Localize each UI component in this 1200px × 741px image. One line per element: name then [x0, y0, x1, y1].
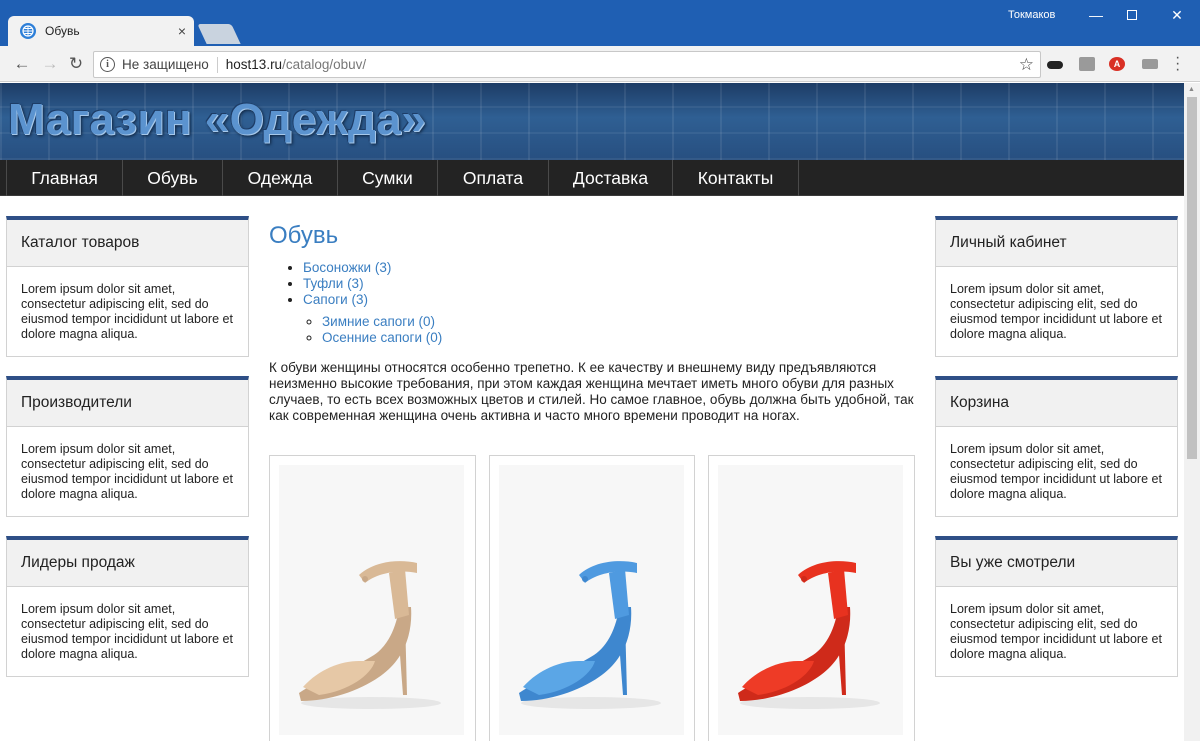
browser-tab-active[interactable]: Обувь × [8, 16, 194, 46]
minimize-icon[interactable]: — [1079, 4, 1113, 26]
back-arrow-icon[interactable]: ← [12, 54, 32, 74]
close-window-icon[interactable]: ✕ [1160, 4, 1194, 26]
block-title: Личный кабинет [936, 220, 1177, 267]
category-link-sandals[interactable]: Босоножки (3) [303, 260, 391, 275]
bestsellers-block: Лидеры продаж Lorem ipsum dolor sit amet… [6, 536, 249, 677]
block-title: Производители [7, 380, 248, 427]
sandal-illustration [518, 561, 661, 709]
catalog-block: Каталог товаров Lorem ipsum dolor sit am… [6, 216, 249, 357]
block-text: Lorem ipsum dolor sit amet, consectetur … [950, 442, 1162, 501]
product-image-sandal[interactable] [718, 465, 904, 735]
nav-item-clothes[interactable]: Одежда [223, 160, 338, 196]
category-list: Босоножки (3) Туфли (3) Сапоги (3) Зимни… [269, 260, 915, 346]
category-description: К обуви женщины относятся особенно трепе… [269, 360, 914, 423]
bookmark-star-icon[interactable]: ☆ [1019, 55, 1034, 75]
block-text: Lorem ipsum dolor sit amet, consectetur … [21, 602, 233, 661]
manufacturers-block: Производители Lorem ipsum dolor sit amet… [6, 376, 249, 517]
maximize-icon[interactable] [1115, 4, 1149, 26]
sandal-illustration [299, 561, 441, 709]
recently-viewed-block: Вы уже смотрели Lorem ipsum dolor sit am… [935, 536, 1178, 677]
product-card[interactable] [488, 455, 696, 741]
extension-adblock-icon[interactable]: A [1109, 57, 1125, 71]
page-scrollbar[interactable]: ▲ [1184, 83, 1200, 741]
subcategory-list: Зимние сапоги (0) Осенние сапоги (0) [303, 314, 915, 346]
list-item: Сапоги (3) Зимние сапоги (0) Осенние сап… [303, 292, 915, 346]
category-link-boots[interactable]: Сапоги (3) [303, 292, 368, 307]
block-title: Вы уже смотрели [936, 540, 1177, 587]
main-content: Обувь Босоножки (3) Туфли (3) Сапоги (3)… [269, 216, 916, 741]
account-block: Личный кабинет Lorem ipsum dolor sit ame… [935, 216, 1178, 357]
product-card[interactable] [269, 455, 476, 741]
tab-title: Обувь [45, 24, 80, 38]
sandal-illustration [738, 561, 881, 709]
url-host[interactable]: host13.ru [226, 57, 282, 72]
extension-cast-icon[interactable] [1142, 59, 1158, 69]
extension-mask-icon[interactable] [1047, 61, 1063, 69]
extension-document-icon[interactable] [1079, 57, 1095, 71]
tab-close-icon[interactable]: × [178, 23, 186, 39]
nav-item-home[interactable]: Главная [7, 160, 123, 196]
info-icon[interactable]: i [100, 57, 115, 72]
product-card[interactable] [708, 455, 916, 741]
nav-item-contacts[interactable]: Контакты [673, 160, 799, 196]
block-text: Lorem ipsum dolor sit amet, consectetur … [21, 442, 233, 501]
block-text: Lorem ipsum dolor sit amet, consectetur … [21, 282, 233, 341]
site-header: Магазин «Одежда» [0, 83, 1184, 160]
main-navigation: Главная Обувь Одежда Сумки Оплата Достав… [0, 160, 1184, 196]
list-item: Осенние сапоги (0) [322, 330, 915, 346]
profile-name[interactable]: Токмаков [1008, 9, 1055, 21]
scroll-thumb[interactable] [1187, 97, 1197, 459]
address-bar[interactable]: i Не защищено host13.ru /catalog/obuv/ ☆ [93, 51, 1041, 78]
url-path[interactable]: /catalog/obuv/ [282, 57, 366, 72]
forward-arrow-icon[interactable]: → [40, 54, 60, 74]
cart-block: Корзина Lorem ipsum dolor sit amet, cons… [935, 376, 1178, 517]
category-link-shoes[interactable]: Туфли (3) [303, 276, 364, 291]
block-title: Каталог товаров [7, 220, 248, 267]
product-image-sandal[interactable] [279, 465, 464, 735]
page-viewport: Магазин «Одежда» Главная Обувь Одежда Су… [0, 83, 1184, 741]
product-grid [269, 455, 916, 741]
list-item: Туфли (3) [303, 276, 915, 292]
new-tab-button[interactable] [197, 24, 241, 44]
list-item: Зимние сапоги (0) [322, 314, 915, 330]
nav-item-delivery[interactable]: Доставка [549, 160, 673, 196]
block-text: Lorem ipsum dolor sit amet, consectetur … [950, 602, 1162, 661]
divider [216, 56, 218, 73]
nav-item-shoes[interactable]: Обувь [123, 160, 223, 196]
site-logo[interactable]: Магазин «Одежда» [8, 95, 426, 145]
browser-toolbar: ← → ↻ i Не защищено host13.ru /catalog/o… [0, 46, 1200, 82]
window-titlebar: Обувь × Токмаков — ✕ [0, 0, 1200, 46]
subcategory-link-autumn-boots[interactable]: Осенние сапоги (0) [322, 330, 442, 345]
block-title: Лидеры продаж [7, 540, 248, 587]
security-label[interactable]: Не защищено [122, 57, 209, 72]
block-text: Lorem ipsum dolor sit amet, consectetur … [950, 282, 1162, 341]
nav-item-bags[interactable]: Сумки [338, 160, 438, 196]
browser-menu-icon[interactable]: · · · [1175, 50, 1180, 78]
page-title: Обувь [269, 222, 339, 249]
nav-item-payment[interactable]: Оплата [438, 160, 549, 196]
subcategory-link-winter-boots[interactable]: Зимние сапоги (0) [322, 314, 435, 329]
block-title: Корзина [936, 380, 1177, 427]
scroll-up-icon[interactable]: ▲ [1188, 86, 1195, 93]
globe-icon [20, 23, 36, 39]
reload-icon[interactable]: ↻ [66, 54, 86, 74]
list-item: Босоножки (3) [303, 260, 915, 276]
product-image-sandal[interactable] [498, 465, 684, 735]
